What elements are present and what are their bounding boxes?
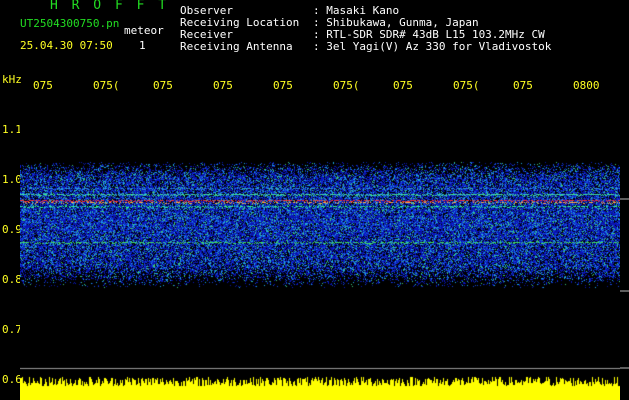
detection-count: 1 bbox=[139, 39, 146, 52]
freq-tick: 0.6 bbox=[2, 373, 22, 386]
time-axis: 075 075( 075 075 075 075( 075 075( 075 0… bbox=[0, 80, 629, 94]
time-tick: 075( bbox=[333, 79, 360, 92]
info-antenna-value: : 3el Yagi(V) Az 330 for Vladivostok bbox=[313, 40, 552, 53]
app-title: H R O F F T bbox=[50, 0, 170, 13]
freq-tick: 0.8 bbox=[2, 273, 22, 286]
date-time: 25.04.30 07:50 bbox=[20, 39, 113, 52]
freq-tick: 0.9 bbox=[2, 223, 22, 236]
freq-tick: 1.1 bbox=[2, 123, 22, 136]
spectrogram bbox=[20, 96, 620, 400]
freq-tick: 1.0 bbox=[2, 173, 22, 186]
time-tick: 075 bbox=[33, 79, 53, 92]
info-antenna-label: Receiving Antenna bbox=[180, 40, 293, 53]
right-edge-markers bbox=[620, 198, 629, 369]
time-tick: 075 bbox=[393, 79, 413, 92]
time-tick: 0800 bbox=[573, 79, 600, 92]
time-tick: 075 bbox=[273, 79, 293, 92]
time-tick: 075 bbox=[513, 79, 533, 92]
time-tick: 075 bbox=[153, 79, 173, 92]
time-tick: 075 bbox=[213, 79, 233, 92]
file-name: UT2504300750.pn bbox=[20, 17, 120, 30]
time-tick: 075( bbox=[453, 79, 480, 92]
mode-label: meteor bbox=[124, 24, 164, 37]
time-tick: 075( bbox=[93, 79, 120, 92]
freq-tick: 0.7 bbox=[2, 323, 22, 336]
